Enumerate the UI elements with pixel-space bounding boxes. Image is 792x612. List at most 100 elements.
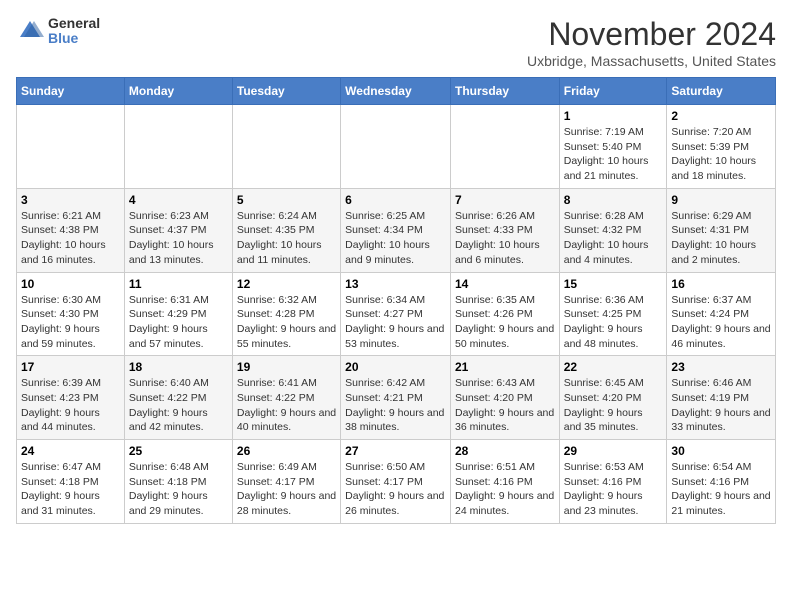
- day-number: 10: [21, 277, 120, 291]
- day-number: 25: [129, 444, 228, 458]
- day-info: Sunrise: 6:23 AMSunset: 4:37 PMDaylight:…: [129, 209, 228, 268]
- calendar-cell: 25 Sunrise: 6:48 AMSunset: 4:18 PMDayligh…: [124, 440, 232, 524]
- day-number: 22: [564, 360, 663, 374]
- day-info: Sunrise: 6:25 AMSunset: 4:34 PMDaylight:…: [345, 209, 446, 268]
- calendar-cell: 6 Sunrise: 6:25 AMSunset: 4:34 PMDaylight…: [341, 188, 451, 272]
- day-number: 7: [455, 193, 555, 207]
- day-number: 11: [129, 277, 228, 291]
- header-sunday: Sunday: [17, 78, 125, 105]
- logo: General Blue: [16, 16, 100, 47]
- calendar-cell: 8 Sunrise: 6:28 AMSunset: 4:32 PMDaylight…: [559, 188, 667, 272]
- day-number: 26: [237, 444, 336, 458]
- day-info: Sunrise: 6:47 AMSunset: 4:18 PMDaylight:…: [21, 460, 120, 519]
- day-number: 27: [345, 444, 446, 458]
- day-info: Sunrise: 6:51 AMSunset: 4:16 PMDaylight:…: [455, 460, 555, 519]
- day-number: 29: [564, 444, 663, 458]
- calendar-week-4: 17 Sunrise: 6:39 AMSunset: 4:23 PMDayligh…: [17, 356, 776, 440]
- calendar-cell: 24 Sunrise: 6:47 AMSunset: 4:18 PMDayligh…: [17, 440, 125, 524]
- calendar-cell: 9Sunrise: 6:29 AMSunset: 4:31 PMDaylight…: [667, 188, 776, 272]
- logo-blue: Blue: [48, 31, 100, 46]
- day-info: Sunrise: 6:54 AMSunset: 4:16 PMDaylight:…: [671, 460, 771, 519]
- day-info: Sunrise: 6:45 AMSunset: 4:20 PMDaylight:…: [564, 376, 663, 435]
- day-number: 18: [129, 360, 228, 374]
- day-info: Sunrise: 6:36 AMSunset: 4:25 PMDaylight:…: [564, 293, 663, 352]
- day-number: 13: [345, 277, 446, 291]
- day-info: Sunrise: 6:48 AMSunset: 4:18 PMDaylight:…: [129, 460, 228, 519]
- logo-text: General Blue: [48, 16, 100, 47]
- day-info: Sunrise: 6:41 AMSunset: 4:22 PMDaylight:…: [237, 376, 336, 435]
- logo-general: General: [48, 16, 100, 31]
- header-monday: Monday: [124, 78, 232, 105]
- calendar-cell: 7Sunrise: 6:26 AMSunset: 4:33 PMDaylight…: [450, 188, 559, 272]
- day-info: Sunrise: 6:46 AMSunset: 4:19 PMDaylight:…: [671, 376, 771, 435]
- title-area: November 2024 Uxbridge, Massachusetts, U…: [527, 16, 776, 69]
- logo-icon: [16, 17, 44, 45]
- calendar-header-row: SundayMondayTuesdayWednesdayThursdayFrid…: [17, 78, 776, 105]
- calendar-cell: 10 Sunrise: 6:30 AMSunset: 4:30 PMDayligh…: [17, 272, 125, 356]
- calendar-cell: 4 Sunrise: 6:23 AMSunset: 4:37 PMDaylight…: [124, 188, 232, 272]
- day-info: Sunrise: 6:32 AMSunset: 4:28 PMDaylight:…: [237, 293, 336, 352]
- day-info: Sunrise: 6:43 AMSunset: 4:20 PMDaylight:…: [455, 376, 555, 435]
- day-number: 16: [671, 277, 771, 291]
- calendar-cell: [17, 105, 125, 189]
- calendar-cell: 5 Sunrise: 6:24 AMSunset: 4:35 PMDaylight…: [232, 188, 340, 272]
- calendar-cell: 29 Sunrise: 6:53 AMSunset: 4:16 PMDayligh…: [559, 440, 667, 524]
- day-number: 1: [564, 109, 663, 123]
- day-info: Sunrise: 7:20 AMSunset: 5:39 PMDaylight:…: [671, 125, 771, 184]
- calendar-cell: [341, 105, 451, 189]
- header-friday: Friday: [559, 78, 667, 105]
- calendar-cell: 28 Sunrise: 6:51 AMSunset: 4:16 PMDayligh…: [450, 440, 559, 524]
- day-info: Sunrise: 6:50 AMSunset: 4:17 PMDaylight:…: [345, 460, 446, 519]
- header-saturday: Saturday: [667, 78, 776, 105]
- calendar-week-1: 1 Sunrise: 7:19 AMSunset: 5:40 PMDaylight…: [17, 105, 776, 189]
- day-number: 30: [671, 444, 771, 458]
- location: Uxbridge, Massachusetts, United States: [527, 53, 776, 69]
- day-info: Sunrise: 6:30 AMSunset: 4:30 PMDaylight:…: [21, 293, 120, 352]
- day-info: Sunrise: 6:37 AMSunset: 4:24 PMDaylight:…: [671, 293, 771, 352]
- calendar-cell: 15 Sunrise: 6:36 AMSunset: 4:25 PMDayligh…: [559, 272, 667, 356]
- day-number: 12: [237, 277, 336, 291]
- calendar-cell: [450, 105, 559, 189]
- month-title: November 2024: [527, 16, 776, 53]
- day-info: Sunrise: 6:42 AMSunset: 4:21 PMDaylight:…: [345, 376, 446, 435]
- day-number: 20: [345, 360, 446, 374]
- day-info: Sunrise: 6:49 AMSunset: 4:17 PMDaylight:…: [237, 460, 336, 519]
- day-info: Sunrise: 6:28 AMSunset: 4:32 PMDaylight:…: [564, 209, 663, 268]
- day-info: Sunrise: 6:31 AMSunset: 4:29 PMDaylight:…: [129, 293, 228, 352]
- calendar-cell: 27 Sunrise: 6:50 AMSunset: 4:17 PMDayligh…: [341, 440, 451, 524]
- day-number: 21: [455, 360, 555, 374]
- calendar: SundayMondayTuesdayWednesdayThursdayFrid…: [16, 77, 776, 524]
- calendar-cell: 1 Sunrise: 7:19 AMSunset: 5:40 PMDaylight…: [559, 105, 667, 189]
- day-info: Sunrise: 6:24 AMSunset: 4:35 PMDaylight:…: [237, 209, 336, 268]
- day-number: 2: [671, 109, 771, 123]
- day-number: 4: [129, 193, 228, 207]
- day-number: 6: [345, 193, 446, 207]
- calendar-cell: 17 Sunrise: 6:39 AMSunset: 4:23 PMDayligh…: [17, 356, 125, 440]
- day-info: Sunrise: 6:21 AMSunset: 4:38 PMDaylight:…: [21, 209, 120, 268]
- day-number: 23: [671, 360, 771, 374]
- day-number: 8: [564, 193, 663, 207]
- calendar-cell: 16 Sunrise: 6:37 AMSunset: 4:24 PMDayligh…: [667, 272, 776, 356]
- day-number: 19: [237, 360, 336, 374]
- calendar-cell: 30 Sunrise: 6:54 AMSunset: 4:16 PMDayligh…: [667, 440, 776, 524]
- day-info: Sunrise: 6:35 AMSunset: 4:26 PMDaylight:…: [455, 293, 555, 352]
- day-number: 5: [237, 193, 336, 207]
- header: General Blue November 2024 Uxbridge, Mas…: [16, 16, 776, 69]
- calendar-cell: 21 Sunrise: 6:43 AMSunset: 4:20 PMDayligh…: [450, 356, 559, 440]
- calendar-cell: [124, 105, 232, 189]
- header-tuesday: Tuesday: [232, 78, 340, 105]
- calendar-cell: 20 Sunrise: 6:42 AMSunset: 4:21 PMDayligh…: [341, 356, 451, 440]
- day-number: 28: [455, 444, 555, 458]
- day-number: 17: [21, 360, 120, 374]
- day-number: 15: [564, 277, 663, 291]
- day-info: Sunrise: 6:39 AMSunset: 4:23 PMDaylight:…: [21, 376, 120, 435]
- calendar-cell: [232, 105, 340, 189]
- calendar-week-3: 10 Sunrise: 6:30 AMSunset: 4:30 PMDayligh…: [17, 272, 776, 356]
- day-info: Sunrise: 6:53 AMSunset: 4:16 PMDaylight:…: [564, 460, 663, 519]
- day-number: 24: [21, 444, 120, 458]
- day-number: 3: [21, 193, 120, 207]
- calendar-cell: 22 Sunrise: 6:45 AMSunset: 4:20 PMDayligh…: [559, 356, 667, 440]
- day-info: Sunrise: 6:34 AMSunset: 4:27 PMDaylight:…: [345, 293, 446, 352]
- day-info: Sunrise: 7:19 AMSunset: 5:40 PMDaylight:…: [564, 125, 663, 184]
- day-info: Sunrise: 6:29 AMSunset: 4:31 PMDaylight:…: [671, 209, 771, 268]
